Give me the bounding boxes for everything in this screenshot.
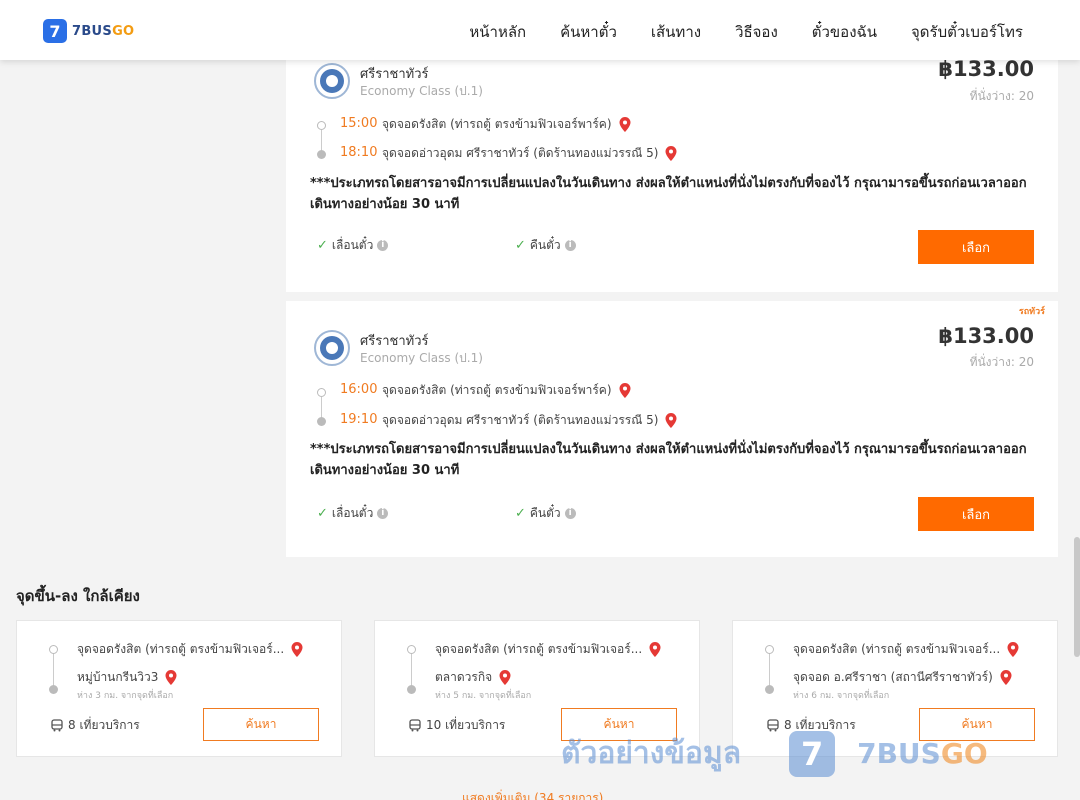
nearby-from-stop: จุดจอดรังสิต (ท่ารถตู้ ตรงข้ามฟิวเจอร์..…: [435, 640, 662, 659]
map-pin-icon[interactable]: [164, 669, 178, 686]
bus-icon: [409, 719, 421, 732]
operator-logo-icon: [314, 63, 350, 99]
depart-stop[interactable]: จุดจอดรังสิต (ท่ารถตู้ ตรงข้ามฟิวเจอร์พา…: [382, 381, 632, 400]
nearby-from-stop: จุดจอดรังสิต (ท่ารถตู้ ตรงข้ามฟิวเจอร์..…: [793, 640, 1020, 659]
map-pin-icon[interactable]: [618, 382, 632, 399]
check-icon: ✓: [317, 506, 328, 521]
info-icon[interactable]: i: [377, 508, 389, 519]
arrive-stop[interactable]: จุดจอดอ่าวอุดม ศรีราชาทัวร์ (ติดร้านทองแ…: [382, 144, 678, 163]
depart-dot: [317, 388, 326, 397]
seats-available: ที่นั่งว่าง: 20: [969, 89, 1034, 103]
route-line: [321, 130, 322, 152]
arrive-time: 19:10: [340, 412, 378, 427]
depart-time: 15:00: [340, 116, 378, 131]
map-pin-icon[interactable]: [648, 641, 662, 658]
nearby-from-stop: จุดจอดรังสิต (ท่ารถตู้ ตรงข้ามฟิวเจอร์..…: [77, 640, 304, 659]
operator-name: ศรีราชาทัวร์: [360, 334, 429, 349]
site-logo[interactable]: 7 7BUSGO: [43, 19, 134, 43]
nearby-distance: ห่าง 5 กม. จากจุดที่เลือก: [435, 691, 532, 701]
nav-home[interactable]: หน้าหลัก: [469, 20, 526, 44]
feature-reschedule: ✓ เลื่อนตั๋ว i: [317, 504, 389, 523]
nearby-distance: ห่าง 3 กม. จากจุดที่เลือก: [77, 691, 174, 701]
top-header: 7 7BUSGO หน้าหลัก ค้นหาตั๋ว เส้นทาง วิธี…: [0, 0, 1080, 60]
map-pin-icon[interactable]: [618, 116, 632, 133]
operator-class: Economy Class (ป.1): [360, 351, 483, 365]
select-trip-button[interactable]: เลือก: [918, 230, 1034, 264]
select-trip-button[interactable]: เลือก: [918, 497, 1034, 531]
depart-dot: [317, 121, 326, 130]
bus-type-tag: รถทัวร์: [1018, 307, 1045, 317]
feature-refund: ✓ คืนตั๋ว i: [515, 504, 576, 523]
map-pin-icon[interactable]: [290, 641, 304, 658]
trip-notice: ***ประเภทรถโดยสารอาจมีการเปลี่ยนแปลงในวั…: [310, 176, 1027, 212]
logo-text: 7BUSGO: [72, 23, 135, 39]
bus-icon: [51, 719, 63, 732]
map-pin-icon[interactable]: [1006, 641, 1020, 658]
to-dot: [765, 685, 774, 694]
operator-class: Economy Class (ป.1): [360, 84, 483, 98]
bus-icon: [767, 719, 779, 732]
nearby-section-title: จุดขึ้น-ลง ใกล้เคียง: [16, 587, 140, 605]
operator-name: ศรีราชาทัวร์: [360, 67, 429, 82]
from-dot: [765, 645, 774, 654]
check-icon: ✓: [317, 238, 328, 253]
from-dot: [407, 645, 416, 654]
nearby-trip-count: 8 เที่ยวบริการ: [767, 716, 856, 735]
nearby-card: จุดจอดรังสิต (ท่ารถตู้ ตรงข้ามฟิวเจอร์..…: [732, 620, 1058, 757]
check-icon: ✓: [515, 506, 526, 521]
from-dot: [49, 645, 58, 654]
nav-pickup-phone[interactable]: จุดรับตั๋วเบอร์โทร: [911, 20, 1023, 44]
info-icon[interactable]: i: [564, 508, 576, 519]
info-icon[interactable]: i: [564, 240, 576, 251]
arrive-stop[interactable]: จุดจอดอ่าวอุดม ศรีราชาทัวร์ (ติดร้านทองแ…: [382, 411, 678, 430]
nearby-distance: ห่าง 6 กม. จากจุดที่เลือก: [793, 691, 890, 701]
nearby-trip-count: 8 เที่ยวบริการ: [51, 716, 140, 735]
to-dot: [407, 685, 416, 694]
info-icon[interactable]: i: [377, 240, 389, 251]
arrive-dot: [317, 150, 326, 159]
nearby-card: จุดจอดรังสิต (ท่ารถตู้ ตรงข้ามฟิวเจอร์..…: [16, 620, 342, 757]
main-nav: หน้าหลัก ค้นหาตั๋ว เส้นทาง วิธีจอง ตั๋วข…: [469, 20, 1023, 44]
feature-refund: ✓ คืนตั๋ว i: [515, 236, 576, 255]
map-pin-icon[interactable]: [498, 669, 512, 686]
nav-routes[interactable]: เส้นทาง: [651, 20, 701, 44]
check-icon: ✓: [515, 238, 526, 253]
price: ฿133.00: [938, 324, 1034, 348]
arrive-dot: [317, 417, 326, 426]
depart-stop[interactable]: จุดจอดรังสิต (ท่ารถตู้ ตรงข้ามฟิวเจอร์พา…: [382, 115, 632, 134]
nearby-to-stop: ตลาดวรกิจ: [435, 668, 512, 687]
depart-time: 16:00: [340, 382, 378, 397]
nearby-search-button[interactable]: ค้นหา: [561, 708, 677, 741]
nearby-card: จุดจอดรังสิต (ท่ารถตู้ ตรงข้ามฟิวเจอร์..…: [374, 620, 700, 757]
nearby-search-button[interactable]: ค้นหา: [919, 708, 1035, 741]
nav-my-tickets[interactable]: ตั๋วของฉัน: [812, 20, 877, 44]
nearby-search-button[interactable]: ค้นหา: [203, 708, 319, 741]
nearby-trip-count: 10 เที่ยวบริการ: [409, 716, 505, 735]
nearby-to-stop: จุดจอด อ.ศรีราชา (สถานีศรีราชาทัวร์): [793, 668, 1013, 687]
operator-logo-icon: [314, 330, 350, 366]
trip-notice: ***ประเภทรถโดยสารอาจมีการเปลี่ยนแปลงในวั…: [310, 442, 1027, 478]
trip-card: รถทัวร์ ศรีราชาทัวร์ Economy Class (ป.1)…: [286, 301, 1058, 557]
nearby-to-stop: หมู่บ้านกรีนวิว3: [77, 668, 178, 687]
seats-available: ที่นั่งว่าง: 20: [969, 355, 1034, 369]
map-pin-icon[interactable]: [999, 669, 1013, 686]
scrollbar[interactable]: [1074, 537, 1080, 657]
nav-search-ticket[interactable]: ค้นหาตั๋ว: [560, 20, 617, 44]
show-more-link[interactable]: แสดงเพิ่มเติม (34 รายการ): [462, 789, 603, 800]
feature-reschedule: ✓ เลื่อนตั๋ว i: [317, 236, 389, 255]
nav-how-to-book[interactable]: วิธีจอง: [735, 20, 778, 44]
map-pin-icon[interactable]: [664, 412, 678, 429]
price: ฿133.00: [938, 57, 1034, 81]
logo-mark: 7: [43, 19, 67, 43]
map-pin-icon[interactable]: [664, 145, 678, 162]
arrive-time: 18:10: [340, 145, 378, 160]
trip-card: ศรีราชาทัวร์ Economy Class (ป.1) ฿133.00…: [286, 50, 1058, 292]
to-dot: [49, 685, 58, 694]
route-line: [321, 397, 322, 419]
